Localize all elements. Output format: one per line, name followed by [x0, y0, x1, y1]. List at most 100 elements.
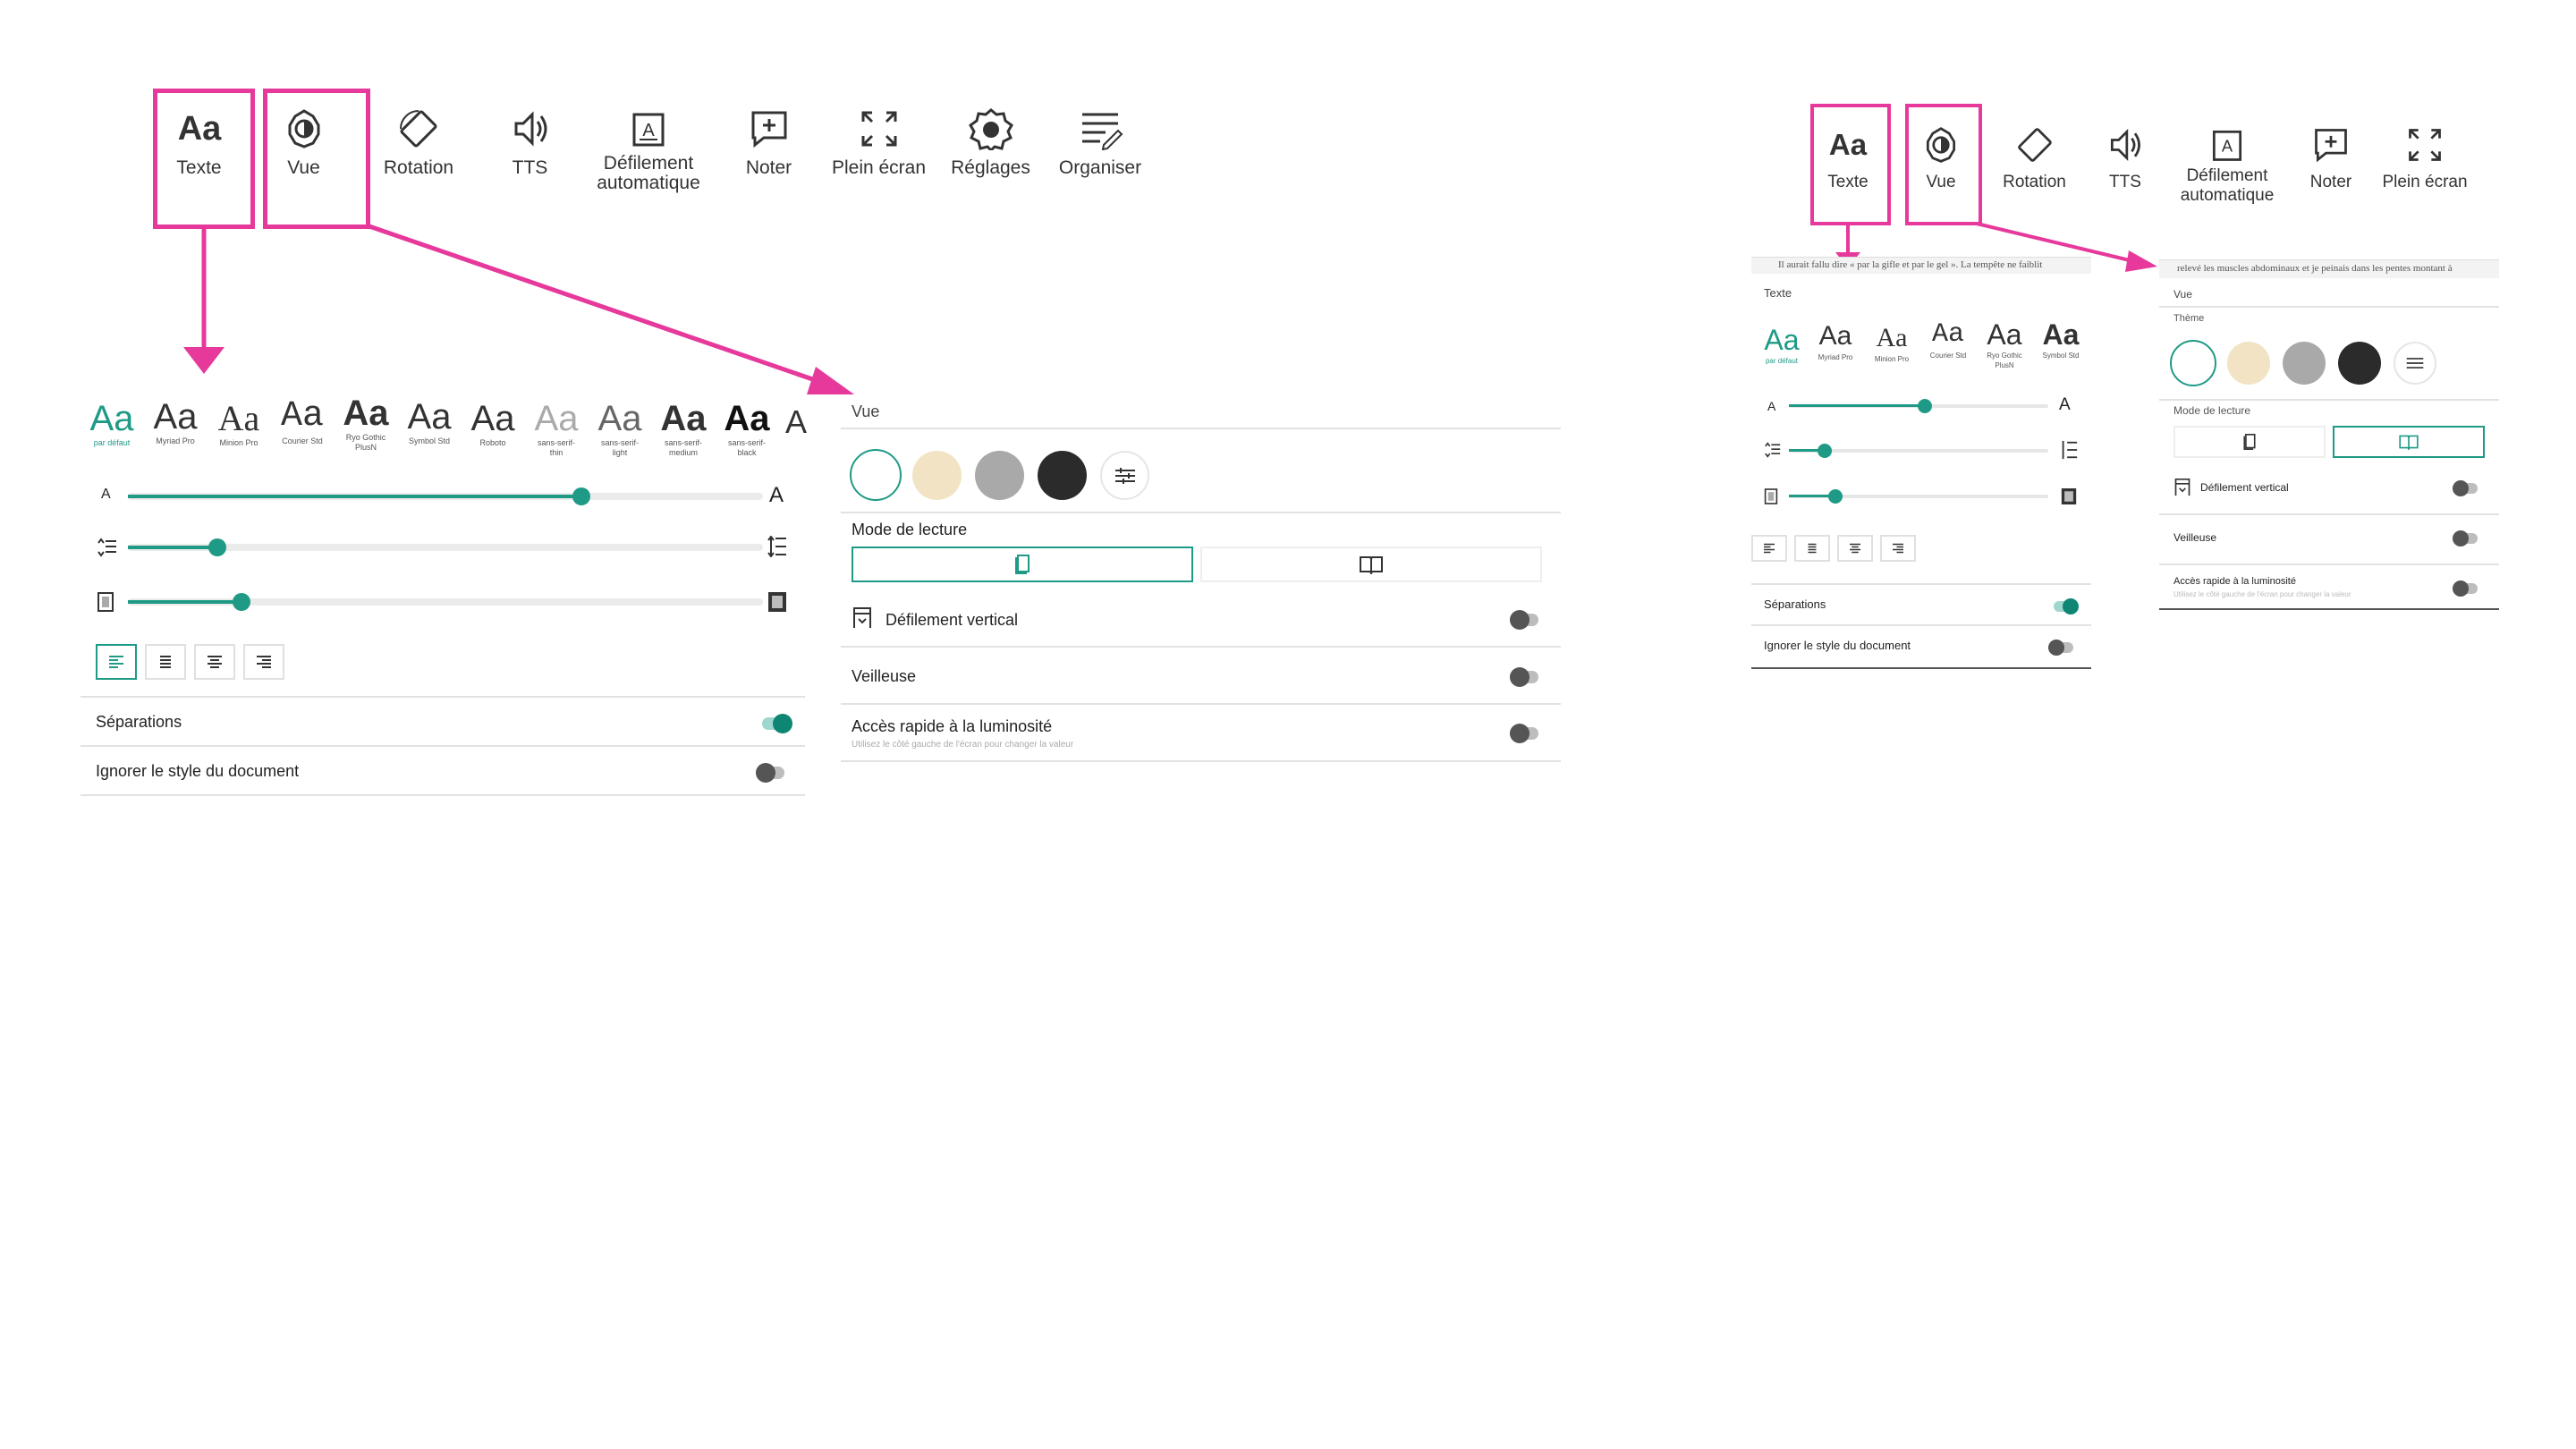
font-option-symbol[interactable]: Aa Symbol Std — [400, 397, 459, 446]
view-panel-title: Vue — [2174, 288, 2192, 301]
vertical-scroll-icon — [2174, 479, 2190, 496]
highlight-texte-small — [1810, 104, 1891, 225]
font-option-myriad[interactable]: Aa Myriad Pro — [1810, 320, 1860, 362]
font-option-minion[interactable]: Aa Minion Pro — [1867, 322, 1917, 364]
line-spacing-knob[interactable] — [1818, 444, 1832, 458]
brightness-toggle[interactable] — [1510, 724, 1538, 743]
margin-knob[interactable] — [1828, 489, 1843, 504]
margin-small-icon — [97, 592, 114, 612]
reading-mode-double-page[interactable] — [1200, 547, 1542, 582]
margin-fill — [128, 600, 242, 604]
align-center-icon — [208, 656, 222, 668]
align-right-button[interactable] — [243, 644, 284, 680]
font-option-courier[interactable]: Aa Courier Std — [273, 397, 332, 446]
theme-white[interactable] — [850, 449, 902, 501]
brightness-label: Accès rapide à la luminosité — [852, 717, 1053, 735]
font-option-black[interactable]: Aa sans-serif-black — [717, 399, 776, 458]
separations-toggle[interactable] — [2054, 598, 2079, 614]
align-justify-button[interactable] — [145, 644, 186, 680]
font-option-thin[interactable]: Aa sans-serif-thin — [527, 399, 586, 458]
theme-sepia[interactable] — [2227, 342, 2270, 385]
vertical-scroll-toggle[interactable] — [2453, 480, 2478, 496]
align-justify-button[interactable] — [1794, 535, 1830, 562]
font-name: par défaut — [93, 438, 131, 447]
font-option-ryo[interactable]: Aa Ryo Gothic PlusN — [1979, 318, 2029, 370]
theme-gray[interactable] — [975, 451, 1024, 500]
separations-label: Séparations — [1764, 597, 1826, 611]
reading-mode-single-page[interactable] — [2174, 426, 2326, 458]
font-size-knob[interactable] — [572, 487, 590, 505]
reading-mode-double-page[interactable] — [2333, 426, 2485, 458]
theme-gray[interactable] — [2283, 342, 2326, 385]
book-text-snippet: relevé les muscles abdominaux et je pein… — [2177, 263, 2453, 274]
font-name: sans-serif-light — [600, 438, 639, 457]
nightlight-toggle[interactable] — [2453, 530, 2478, 547]
divider — [80, 696, 805, 698]
font-option-ryo[interactable]: Aa Ryo Gothic PlusN — [336, 394, 395, 453]
font-option-default[interactable]: Aa par défaut — [1757, 324, 1807, 366]
book-text-snippet: Il aurait fallu dire « par la gifle et p… — [1778, 259, 2043, 270]
font-option-default[interactable]: Aa par défaut — [82, 399, 141, 448]
toolbar-label: Rotation — [2003, 173, 2066, 191]
font-name: Ryo Gothic PlusN — [1987, 352, 2022, 369]
brightness-hint: Utilisez le côté gauche de l'écran pour … — [852, 740, 1074, 750]
nightlight-toggle[interactable] — [1510, 667, 1538, 687]
font-option-symbol[interactable]: Aa Symbol Std — [2036, 318, 2086, 360]
separations-toggle[interactable] — [762, 714, 792, 733]
reading-mode-single-page[interactable] — [852, 547, 1193, 582]
font-sample: Aa — [1876, 323, 1908, 352]
brightness-toggle[interactable] — [2453, 580, 2478, 597]
theme-custom-button[interactable] — [1100, 451, 1149, 500]
font-sample: Aa — [1987, 318, 2022, 351]
theme-sepia[interactable] — [912, 451, 962, 500]
single-page-icon — [1015, 555, 1030, 574]
font-sample: Aa — [89, 399, 134, 438]
toolbar-item-noter[interactable]: Noter — [2299, 125, 2363, 193]
font-sample: Aa — [343, 394, 389, 433]
font-option-roboto[interactable]: Aa Roboto — [463, 399, 522, 448]
align-left-button[interactable] — [1751, 535, 1787, 562]
theme-dark[interactable] — [1038, 451, 1087, 500]
vertical-scroll-label: Défilement vertical — [2200, 481, 2289, 494]
size-large-label: A — [2059, 395, 2071, 414]
theme-custom-button[interactable] — [2394, 342, 2436, 385]
font-option-medium[interactable]: Aa sans-serif-medium — [654, 399, 713, 458]
vertical-scroll-toggle[interactable] — [1510, 610, 1538, 630]
line-spacing-fill — [128, 546, 217, 549]
align-center-button[interactable] — [1837, 535, 1873, 562]
arrowhead — [183, 347, 225, 374]
align-left-icon — [109, 656, 123, 668]
toolbar-item-tts[interactable]: TTS — [2093, 125, 2157, 193]
size-small-label: A — [101, 487, 111, 502]
fullscreen-icon — [2409, 129, 2441, 161]
nightlight-label: Veilleuse — [2174, 531, 2217, 544]
theme-dark[interactable] — [2338, 342, 2381, 385]
size-large-label: A — [769, 483, 784, 507]
font-option-courier[interactable]: Aa Courier Std — [1923, 318, 1973, 360]
line-spacing-knob[interactable] — [208, 538, 226, 556]
font-size-knob[interactable] — [1918, 399, 1932, 413]
divider — [841, 703, 1561, 705]
toolbar-item-plein-ecran[interactable]: Plein écran — [2376, 125, 2474, 193]
toggle-knob — [2048, 640, 2064, 656]
toolbar-item-defilement[interactable]: A Défilement automatique — [2169, 125, 2285, 206]
align-center-button[interactable] — [194, 644, 235, 680]
nightlight-label: Veilleuse — [852, 667, 917, 685]
font-option-myriad[interactable]: Aa Myriad Pro — [146, 397, 205, 446]
open-book-icon — [2399, 435, 2419, 450]
theme-white[interactable] — [2170, 340, 2216, 386]
ignore-style-toggle[interactable] — [2048, 640, 2073, 656]
svg-text:A: A — [2222, 136, 2233, 155]
font-option-minion[interactable]: Aa Minion Pro — [209, 399, 268, 448]
toggle-knob — [2453, 530, 2469, 547]
margin-small-icon — [1764, 488, 1778, 504]
margin-knob[interactable] — [233, 593, 250, 611]
font-option-light[interactable]: Aa sans-serif-light — [590, 399, 649, 458]
ignore-style-toggle[interactable] — [756, 763, 784, 783]
font-sample: Aa — [153, 397, 198, 436]
font-option-overflow: A — [785, 403, 808, 440]
align-left-button[interactable] — [96, 644, 137, 680]
align-right-button[interactable] — [1880, 535, 1916, 562]
align-right-icon — [1893, 543, 1903, 554]
toolbar-item-rotation[interactable]: Rotation — [1992, 125, 2077, 193]
